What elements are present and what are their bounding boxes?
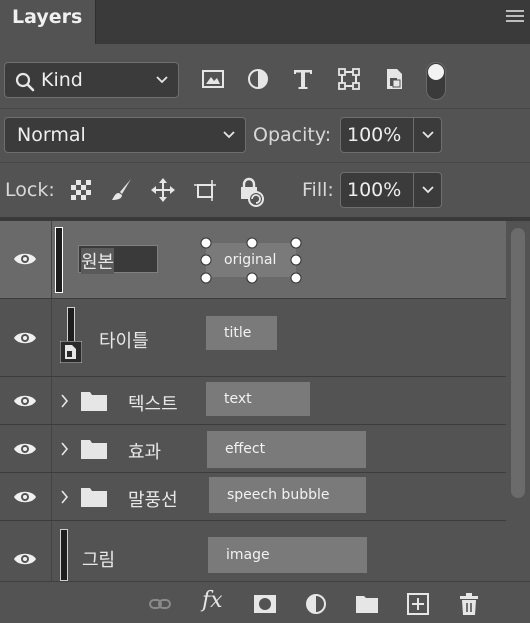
tab-layers-label: Layers	[12, 6, 83, 28]
visibility-column	[0, 221, 52, 298]
fx-icon[interactable]: fx	[202, 588, 223, 613]
fill-value: 100%	[347, 179, 402, 201]
chevron-down-icon	[422, 186, 434, 194]
layer-row-image[interactable]: 그림 image	[0, 521, 506, 581]
layer-name: 텍스트	[128, 394, 178, 415]
layers-list: 원본 original 타이틀 title 텍스트 text 효과 effect…	[0, 221, 506, 581]
layer-name-input[interactable]: 원본	[78, 245, 158, 274]
fill-field[interactable]: 100%	[340, 172, 414, 208]
annotation-text: image	[226, 547, 270, 563]
transform-handles[interactable]	[199, 236, 303, 286]
shape-filter-icon[interactable]	[336, 66, 362, 92]
annotation-text: effect	[225, 441, 266, 457]
add-mask-icon[interactable]	[253, 592, 277, 616]
filter-toggle[interactable]	[426, 62, 446, 100]
annotation-box[interactable]: effect	[207, 431, 366, 468]
eye-icon[interactable]	[13, 330, 37, 346]
lock-position-icon[interactable]	[150, 177, 176, 203]
layer-row-title[interactable]: 타이틀 title	[0, 299, 506, 377]
visibility-column	[0, 425, 52, 472]
annotation-text: title	[224, 325, 252, 341]
visibility-column	[0, 299, 52, 376]
lock-all-icon[interactable]	[236, 175, 270, 209]
layer-name: 타이틀	[99, 331, 149, 352]
annotation-text: text	[224, 391, 252, 407]
layers-bottom-toolbar: fx	[0, 581, 530, 623]
panel-tab-bar: Layers	[0, 0, 530, 44]
annotation-box[interactable]: title	[206, 316, 277, 350]
lock-transparent-pixels-icon[interactable]	[68, 177, 94, 203]
divider	[0, 108, 530, 109]
layer-name: 그림	[82, 550, 116, 571]
visibility-column	[0, 377, 52, 424]
layer-row-text[interactable]: 텍스트 text	[0, 377, 506, 425]
opacity-slider-button[interactable]	[414, 117, 442, 153]
chevron-right-icon[interactable]	[58, 489, 70, 505]
panel-menu-icon[interactable]	[506, 10, 524, 24]
eye-icon[interactable]	[13, 489, 37, 505]
opacity-value: 100%	[347, 124, 402, 146]
link-layers-icon[interactable]	[148, 592, 172, 616]
layer-thumbnail[interactable]	[67, 307, 75, 343]
lock-image-pixels-icon[interactable]	[109, 177, 135, 203]
chevron-down-icon	[422, 131, 434, 139]
chevron-right-icon[interactable]	[58, 441, 70, 457]
layer-thumbnail[interactable]	[55, 227, 63, 293]
layer-row-effect[interactable]: 효과 effect	[0, 425, 506, 473]
opacity-label: Opacity:	[253, 124, 332, 146]
eye-icon[interactable]	[13, 393, 37, 409]
annotation-box[interactable]: image	[208, 537, 367, 573]
new-adjustment-icon[interactable]	[304, 592, 328, 616]
layer-row-speech-bubble[interactable]: 말풍선 speech bubble	[0, 473, 506, 521]
smart-object-filter-icon[interactable]	[381, 66, 407, 92]
annotation-box[interactable]: speech bubble	[209, 477, 366, 513]
smart-object-badge-icon	[60, 341, 82, 363]
chevron-right-icon[interactable]	[58, 393, 70, 409]
folder-icon	[81, 488, 107, 507]
layer-thumbnail[interactable]	[60, 529, 68, 581]
blend-mode-dropdown[interactable]: Normal	[4, 117, 246, 153]
eye-icon[interactable]	[13, 251, 37, 267]
folder-icon	[81, 440, 107, 459]
new-layer-icon[interactable]	[406, 592, 430, 616]
chevron-down-icon	[223, 131, 235, 139]
opacity-field[interactable]: 100%	[340, 117, 414, 153]
scrollbar[interactable]	[511, 228, 525, 498]
annotation-text: speech bubble	[227, 487, 330, 503]
layer-name-text: 원본	[81, 248, 115, 274]
visibility-column	[0, 473, 52, 520]
lock-label: Lock:	[5, 179, 55, 201]
blend-mode-value: Normal	[17, 124, 86, 146]
tab-layers[interactable]: Layers	[0, 0, 96, 44]
image-filter-icon[interactable]	[200, 66, 226, 92]
type-filter-icon[interactable]	[290, 66, 316, 92]
chevron-down-icon	[156, 76, 168, 84]
annotation-box[interactable]: text	[206, 382, 310, 416]
search-icon	[15, 72, 35, 92]
toggle-knob	[428, 64, 444, 80]
folder-icon	[81, 392, 107, 411]
layer-row-original[interactable]: 원본 original	[0, 221, 506, 299]
visibility-column	[0, 521, 52, 581]
new-group-icon[interactable]	[355, 592, 379, 616]
divider	[0, 162, 530, 163]
fill-label: Fill:	[302, 179, 334, 201]
fill-slider-button[interactable]	[414, 172, 442, 208]
layer-name: 말풍선	[128, 490, 178, 511]
adjustment-filter-icon[interactable]	[245, 66, 271, 92]
layer-name: 효과	[128, 442, 162, 463]
eye-icon[interactable]	[13, 551, 37, 567]
kind-filter-label: Kind	[41, 69, 83, 91]
kind-filter-dropdown[interactable]: Kind	[4, 62, 179, 98]
eye-icon[interactable]	[13, 441, 37, 457]
lock-artboard-icon[interactable]	[192, 177, 218, 203]
delete-layer-icon[interactable]	[457, 592, 481, 616]
